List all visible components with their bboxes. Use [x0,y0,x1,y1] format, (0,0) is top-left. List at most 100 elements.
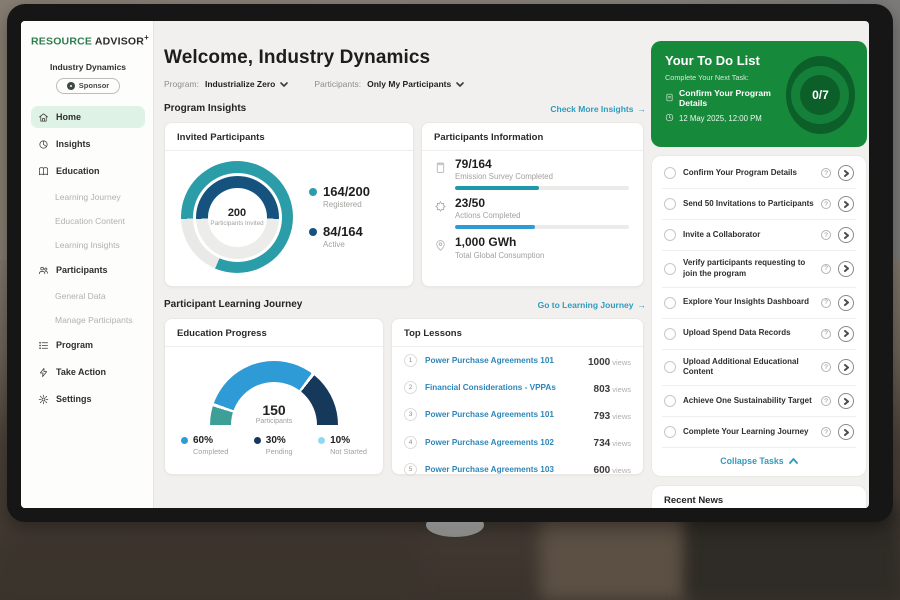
todo-title: Your To Do List [665,53,786,68]
views-suffix: views [612,466,631,475]
info-icon[interactable]: ? [821,329,831,339]
check-more-insights-link[interactable]: Check More Insights → [550,104,646,114]
invited-legend: 164/200 Registered 84/164 Active [309,185,370,250]
filters-row: Program: Industrialize Zero Participants… [164,79,646,89]
task-chevron-button[interactable] [838,359,854,375]
stat-value: 23/50 [455,197,629,210]
chevron-up-icon [789,458,798,464]
task-checkbox[interactable] [664,198,676,210]
todo-progress-ring: 0/7 [786,56,855,134]
legend-value: 60% [193,435,228,446]
collapse-tasks-link[interactable]: Collapse Tasks [662,448,856,470]
legend-label: Pending [266,447,293,456]
legend-label: Active [323,240,363,249]
task-label: Invite a Collaborator [683,230,814,241]
legend-dot [318,437,325,444]
progress-fill [455,186,539,190]
sidebar-item-participants[interactable]: Participants [31,259,145,281]
legend-item-registered: 164/200 Registered [309,185,370,209]
info-icon[interactable]: ? [821,427,831,437]
go-to-learning-journey-link[interactable]: Go to Learning Journey → [538,300,646,310]
views-suffix: views [612,358,631,367]
background-shape [0,540,420,600]
lesson-link[interactable]: Power Purchase Agreements 103 [425,465,586,474]
task-chevron-button[interactable] [838,165,854,181]
sidebar-item-manage-participants[interactable]: Manage Participants [31,310,145,330]
chevron-down-icon [456,82,464,87]
insights-icon [37,138,49,150]
task-checkbox[interactable] [664,167,676,179]
sidebar-item-take-action[interactable]: Take Action [31,361,145,383]
arrow-right-icon: → [638,300,647,310]
info-icon[interactable]: ? [821,168,831,178]
people-icon [37,264,49,276]
todo-next-task: Confirm Your Program Details [679,88,786,108]
sidebar-item-label: Learning Insights [55,240,120,250]
donut-center-label: Participants Invited [210,220,263,228]
learning-journey-header: Participant Learning Journey Go to Learn… [164,299,646,310]
learning-journey-cards: Education Progress 150 Participants 60% … [164,318,646,475]
task-checkbox[interactable] [664,297,676,309]
task-chevron-button[interactable] [838,261,854,277]
sidebar-item-program[interactable]: Program [31,334,145,356]
recent-news-card: Recent News [651,485,867,508]
task-chevron-button[interactable] [838,196,854,212]
task-checkbox[interactable] [664,361,676,373]
info-icon[interactable]: ? [821,199,831,209]
sidebar-item-insights[interactable]: Insights [31,133,145,155]
task-row: Explore Your Insights Dashboard ? [662,288,856,319]
sidebar-item-label: Participants [56,265,108,275]
education-legend: 60% Completed 30% Pending [165,425,383,456]
info-icon[interactable]: ? [821,362,831,372]
sidebar-item-education-content[interactable]: Education Content [31,211,145,231]
task-row: Upload Additional Educational Content ? [662,350,856,387]
lesson-link[interactable]: Financial Considerations - VPPAs [425,383,586,392]
task-chevron-button[interactable] [838,326,854,342]
lesson-link[interactable]: Power Purchase Agreements 102 [425,438,586,447]
task-checkbox[interactable] [664,263,676,275]
sidebar-item-label: General Data [55,291,106,301]
invited-participants-card: Invited Participants 200 Participants In… [164,122,414,287]
lesson-views: 803 [594,384,611,395]
task-checkbox[interactable] [664,395,676,407]
sidebar-item-learning-insights[interactable]: Learning Insights [31,235,145,255]
stat-row-actions: 23/50 Actions Completed [422,190,643,229]
arrow-right-icon: → [638,104,647,114]
info-icon[interactable]: ? [821,230,831,240]
task-checkbox[interactable] [664,328,676,340]
home-icon [37,111,49,123]
sidebar-item-general-data[interactable]: General Data [31,286,145,306]
participants-dropdown[interactable]: Only My Participants [367,79,464,89]
lesson-rank: 3 [404,408,417,421]
sidebar-item-home[interactable]: Home [31,106,145,128]
task-label: Explore Your Insights Dashboard [683,297,814,308]
program-dropdown[interactable]: Industrialize Zero [205,79,288,89]
legend-item-pending: 30% Pending [254,435,293,456]
sidebar-item-education[interactable]: Education [31,160,145,182]
task-checkbox[interactable] [664,426,676,438]
task-chevron-button[interactable] [838,227,854,243]
task-row: Confirm Your Program Details ? [662,158,856,189]
info-icon[interactable]: ? [821,396,831,406]
card-title: Top Lessons [392,319,643,347]
info-icon[interactable]: ? [821,264,831,274]
sponsor-badge: Sponsor [56,78,120,94]
task-chevron-button[interactable] [838,393,854,409]
lesson-views: 600 [594,465,611,476]
task-chevron-button[interactable] [838,295,854,311]
info-icon[interactable]: ? [821,298,831,308]
sidebar-item-settings[interactable]: Settings [31,388,145,410]
lesson-link[interactable]: Power Purchase Agreements 101 [425,356,580,365]
section-title: Participant Learning Journey [164,299,302,310]
task-label: Upload Spend Data Records [683,328,814,339]
task-checkbox[interactable] [664,229,676,241]
sidebar-item-label: Education [56,166,100,176]
lesson-rank: 2 [404,381,417,394]
sidebar-item-learning-journey[interactable]: Learning Journey [31,187,145,207]
lesson-link[interactable]: Power Purchase Agreements 101 [425,410,586,419]
lesson-rank: 5 [404,463,417,476]
task-label: Verify participants requesting to join t… [683,258,814,280]
top-lessons-card: Top Lessons 1 Power Purchase Agreements … [391,318,644,475]
task-chevron-button[interactable] [838,424,854,440]
sponsor-icon [67,82,75,90]
